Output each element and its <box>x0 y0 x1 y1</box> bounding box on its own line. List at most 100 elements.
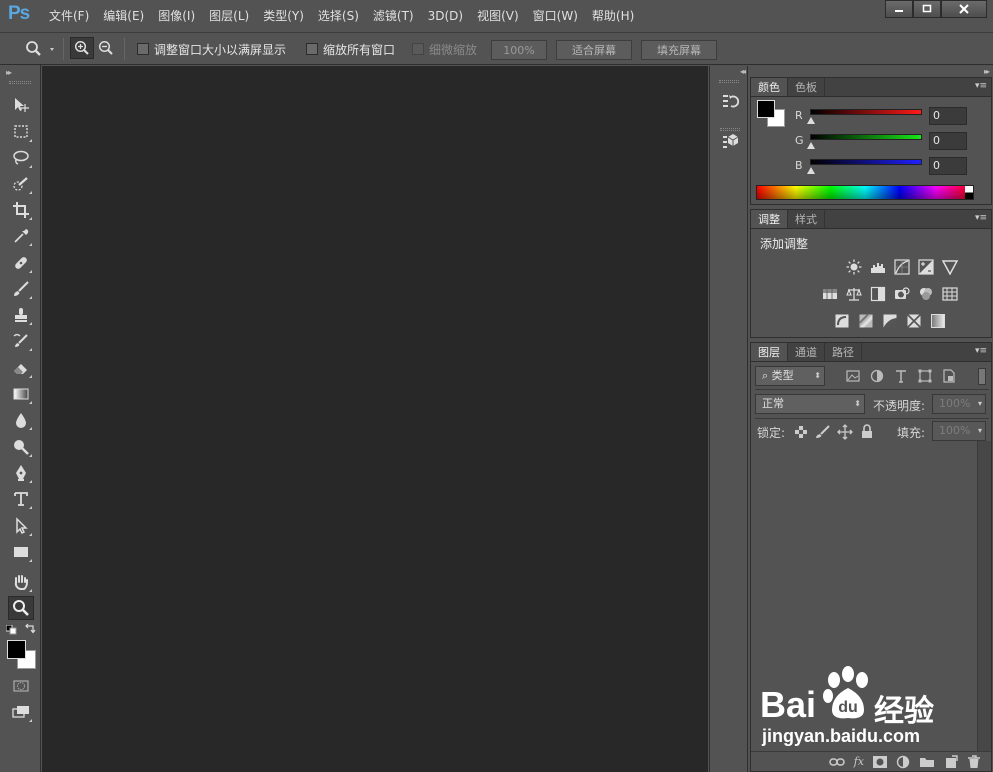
zoom-in-button[interactable] <box>70 37 94 59</box>
history-panel-button[interactable] <box>718 90 742 112</box>
hue-saturation-icon[interactable] <box>821 285 839 302</box>
tab-adjustments[interactable]: 调整 <box>751 210 788 228</box>
document-canvas[interactable] <box>42 66 708 772</box>
brightness-contrast-icon[interactable] <box>845 258 863 275</box>
tab-color[interactable]: 颜色 <box>751 78 788 96</box>
black-white-swatch[interactable] <box>965 186 973 199</box>
tab-layers[interactable]: 图层 <box>751 343 788 361</box>
tab-swatches[interactable]: 色板 <box>788 78 825 96</box>
photo-filter-icon[interactable] <box>893 285 911 302</box>
blend-mode-select[interactable]: 正常 ⬍ <box>755 394 865 414</box>
blue-slider[interactable] <box>810 159 922 165</box>
pixel-layer-filter-icon[interactable] <box>845 368 861 384</box>
clone-stamp-tool[interactable] <box>8 303 34 327</box>
toolbar-grip[interactable] <box>9 81 31 84</box>
blue-value-input[interactable]: 0 <box>929 157 967 175</box>
type-layer-filter-icon[interactable] <box>893 368 909 384</box>
lock-position-icon[interactable] <box>837 424 853 440</box>
threshold-icon[interactable] <box>881 312 899 329</box>
vibrance-icon[interactable] <box>941 258 959 275</box>
smart-object-filter-icon[interactable] <box>941 368 957 384</box>
blue-slider-thumb[interactable] <box>807 167 815 174</box>
properties-panel-button[interactable] <box>718 130 742 152</box>
lock-transparent-icon[interactable] <box>795 426 807 438</box>
invert-icon[interactable] <box>833 312 851 329</box>
menu-select[interactable]: 选择(S) <box>311 7 366 25</box>
gradient-tool[interactable] <box>8 382 34 406</box>
color-balance-icon[interactable] <box>845 285 863 302</box>
hand-tool[interactable] <box>8 570 34 594</box>
dock-grip[interactable] <box>719 80 739 83</box>
zoom-100-button[interactable]: 100% <box>491 40 547 60</box>
panel-menu-icon[interactable]: ▾≡ <box>975 213 987 223</box>
close-button[interactable] <box>941 0 987 18</box>
opacity-input[interactable]: 100% ▾ <box>932 394 986 414</box>
menu-help[interactable]: 帮助(H) <box>585 7 641 25</box>
zoom-all-option[interactable]: 缩放所有窗口 <box>306 39 395 59</box>
scrubby-zoom-checkbox[interactable] <box>412 43 424 55</box>
foreground-color-swatch[interactable] <box>7 640 26 659</box>
menu-type[interactable]: 类型(Y) <box>256 7 311 25</box>
tab-paths[interactable]: 路径 <box>825 343 862 361</box>
menu-window[interactable]: 窗口(W) <box>526 7 585 25</box>
panel-menu-icon[interactable]: ▾≡ <box>975 81 987 91</box>
layer-filter-select[interactable]: ⌕ 类型 ⬍ <box>755 366 825 386</box>
quick-selection-tool[interactable] <box>8 172 34 196</box>
marquee-tool[interactable] <box>8 120 34 144</box>
fill-screen-button[interactable]: 填充屏幕 <box>641 40 717 60</box>
exposure-icon[interactable] <box>917 258 935 275</box>
dodge-tool[interactable] <box>8 435 34 459</box>
black-white-icon[interactable] <box>869 285 887 302</box>
default-colors-button[interactable] <box>5 624 18 638</box>
dock-collapse-button[interactable]: ◂◂ <box>740 67 746 76</box>
color-spectrum-bar[interactable] <box>756 185 974 200</box>
trash-icon[interactable] <box>967 754 981 769</box>
shape-layer-filter-icon[interactable] <box>917 368 933 384</box>
rectangle-tool[interactable] <box>8 540 34 564</box>
menu-edit[interactable]: 编辑(E) <box>96 7 151 25</box>
layers-scrollbar[interactable] <box>977 441 991 752</box>
menu-filter[interactable]: 滤镜(T) <box>366 7 421 25</box>
resize-windows-option[interactable]: 调整窗口大小以满屏显示 <box>137 39 286 59</box>
minimize-button[interactable] <box>885 0 913 18</box>
fill-input[interactable]: 100% ▾ <box>932 421 986 441</box>
menu-file[interactable]: 文件(F) <box>42 7 96 25</box>
path-selection-tool[interactable] <box>8 514 34 538</box>
zoom-out-button[interactable] <box>94 38 118 58</box>
lock-pixels-icon[interactable] <box>815 425 831 439</box>
move-tool[interactable] <box>8 93 34 117</box>
tool-preset-picker[interactable] <box>24 39 54 59</box>
menu-view[interactable]: 视图(V) <box>470 7 526 25</box>
resize-windows-checkbox[interactable] <box>137 43 149 55</box>
tab-styles[interactable]: 样式 <box>788 210 825 228</box>
posterize-icon[interactable] <box>857 312 875 329</box>
blur-tool[interactable] <box>8 408 34 432</box>
curves-icon[interactable] <box>893 258 911 275</box>
adjustment-layer-filter-icon[interactable] <box>869 368 885 384</box>
zoom-all-checkbox[interactable] <box>306 43 318 55</box>
red-slider[interactable] <box>810 109 922 115</box>
tab-channels[interactable]: 通道 <box>788 343 825 361</box>
swap-colors-button[interactable] <box>24 623 36 637</box>
type-tool[interactable] <box>8 487 34 511</box>
pen-tool[interactable] <box>8 461 34 485</box>
healing-brush-tool[interactable] <box>8 251 34 275</box>
brush-tool[interactable] <box>8 277 34 301</box>
color-lookup-icon[interactable] <box>941 285 959 302</box>
quick-mask-button[interactable] <box>8 674 34 698</box>
fit-screen-button[interactable]: 适合屏幕 <box>556 40 632 60</box>
lasso-tool[interactable] <box>8 146 34 170</box>
red-value-input[interactable]: 0 <box>929 107 967 125</box>
screen-mode-button[interactable] <box>8 700 34 724</box>
zoom-tool[interactable] <box>8 596 34 620</box>
eraser-tool[interactable] <box>8 356 34 380</box>
panels-collapse-button[interactable]: ▸▸ <box>984 67 990 76</box>
red-slider-thumb[interactable] <box>807 117 815 124</box>
channel-mixer-icon[interactable] <box>917 285 935 302</box>
filter-toggle-switch[interactable] <box>978 368 986 385</box>
menu-3d[interactable]: 3D(D) <box>421 7 470 25</box>
zoom-out-toggle[interactable] <box>94 37 118 59</box>
maximize-button[interactable] <box>913 0 941 18</box>
green-slider-thumb[interactable] <box>807 142 815 149</box>
panel-menu-icon[interactable]: ▾≡ <box>975 346 987 356</box>
